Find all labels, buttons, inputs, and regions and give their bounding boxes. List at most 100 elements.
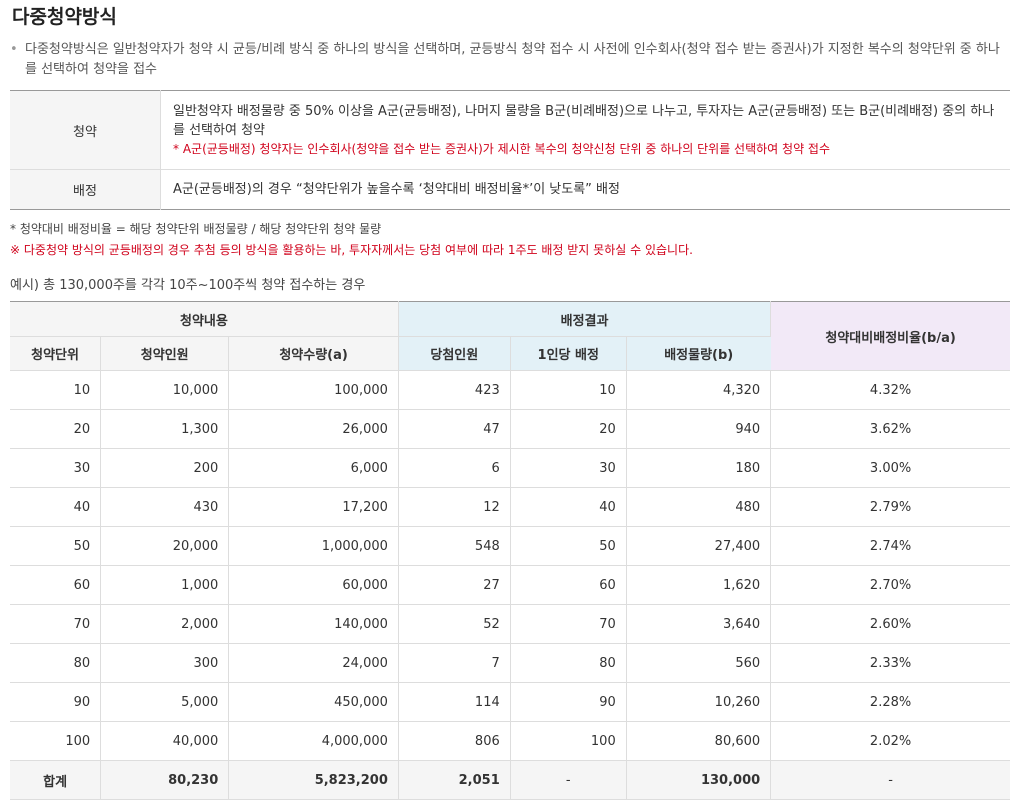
cell-quantity: 24,000 bbox=[228, 643, 399, 683]
table-row: 10 10,000 100,000 423 10 4,320 4.32% bbox=[10, 370, 1010, 410]
table-row: 80 300 24,000 7 80 560 2.33% bbox=[10, 643, 1010, 683]
total-cell-allocated: 130,000 bbox=[626, 760, 772, 800]
cell-applicants: 5,000 bbox=[100, 682, 230, 722]
cell-quantity: 4,000,000 bbox=[228, 721, 399, 761]
cell-unit: 30 bbox=[10, 448, 102, 488]
table-row: 50 20,000 1,000,000 548 50 27,400 2.74% bbox=[10, 526, 1010, 566]
cell-allocated: 480 bbox=[626, 487, 772, 527]
cell-applicants: 1,000 bbox=[100, 565, 230, 605]
cell-winners: 12 bbox=[398, 487, 511, 527]
column-header-per-person: 1인당 배정 bbox=[510, 336, 627, 371]
cell-ratio: 2.70% bbox=[770, 565, 1010, 605]
cell-unit: 20 bbox=[10, 409, 102, 449]
info-cell-subscription: 일반청약자 배정물량 중 50% 이상을 A군(균등배정), 나머지 물량을 B… bbox=[160, 90, 1010, 170]
table-row: 20 1,300 26,000 47 20 940 3.62% bbox=[10, 409, 1010, 449]
cell-per-person: 40 bbox=[510, 487, 627, 527]
cell-allocated: 10,260 bbox=[626, 682, 772, 722]
cell-winners: 548 bbox=[398, 526, 511, 566]
bullet-dot-icon: • bbox=[10, 42, 18, 57]
cell-allocated: 940 bbox=[626, 409, 772, 449]
cell-applicants: 20,000 bbox=[100, 526, 230, 566]
cell-ratio: 2.02% bbox=[770, 721, 1010, 761]
cell-allocated: 1,620 bbox=[626, 565, 772, 605]
total-label: 합계 bbox=[10, 760, 102, 800]
column-header-applicants: 청약인원 bbox=[100, 336, 230, 371]
table-total-row: 합계 80,230 5,823,200 2,051-130,000- bbox=[10, 760, 1010, 800]
cell-quantity: 60,000 bbox=[228, 565, 399, 605]
info-label-subscription: 청약 bbox=[10, 90, 161, 170]
cell-applicants: 200 bbox=[100, 448, 230, 488]
group-header-subscription: 청약내용 bbox=[10, 301, 399, 337]
info-row-allocation: 배정 A군(균등배정)의 경우 “청약단위가 높을수록 ‘청약대비 배정비율*’… bbox=[10, 169, 1010, 210]
info-row-subscription: 청약 일반청약자 배정물량 중 50% 이상을 A군(균등배정), 나머지 물량… bbox=[10, 90, 1010, 170]
table-row: 70 2,000 140,000 52 70 3,640 2.60% bbox=[10, 604, 1010, 644]
column-header-ratio: 청약대비배정비율(b/a) bbox=[770, 301, 1010, 371]
cell-winners: 27 bbox=[398, 565, 511, 605]
info-allocation-text: A군(균등배정)의 경우 “청약단위가 높을수록 ‘청약대비 배정비율*’이 낮… bbox=[173, 182, 620, 197]
cell-winners: 7 bbox=[398, 643, 511, 683]
cell-unit: 10 bbox=[10, 370, 102, 410]
cell-applicants: 430 bbox=[100, 487, 230, 527]
allocation-table: 청약내용 배정결과 청약대비배정비율(b/a) 청약단위 청약인원 청약수량(a… bbox=[10, 301, 1010, 800]
cell-allocated: 560 bbox=[626, 643, 772, 683]
cell-applicants: 10,000 bbox=[100, 370, 230, 410]
cell-unit: 40 bbox=[10, 487, 102, 527]
page-title: 다중청약방식 bbox=[12, 6, 117, 28]
cell-unit: 70 bbox=[10, 604, 102, 644]
page: 다중청약방식 • 다중청약방식은 일반청약자가 청약 시 균등/비례 방식 중 … bbox=[0, 0, 1022, 803]
cell-ratio: 2.28% bbox=[770, 682, 1010, 722]
cell-per-person: 100 bbox=[510, 721, 627, 761]
column-header-quantity: 청약수량(a) bbox=[228, 336, 399, 371]
total-cell-applicants: 80,230 bbox=[100, 760, 230, 800]
cell-per-person: 80 bbox=[510, 643, 627, 683]
cell-quantity: 26,000 bbox=[228, 409, 399, 449]
total-cell-quantity: 5,823,200 bbox=[228, 760, 399, 800]
cell-winners: 47 bbox=[398, 409, 511, 449]
cell-quantity: 1,000,000 bbox=[228, 526, 399, 566]
info-subscription-note: * A군(균등배정) 청약자는 인수회사(청약을 접수 받는 증권사)가 제시한… bbox=[173, 141, 831, 156]
intro-text: 다중청약방식은 일반청약자가 청약 시 균등/비례 방식 중 하나의 방식을 선… bbox=[25, 42, 1000, 77]
example-caption: 예시) 총 130,000주를 각각 10주~100주씩 청약 접수하는 경우 bbox=[10, 278, 366, 293]
cell-applicants: 1,300 bbox=[100, 409, 230, 449]
cell-unit: 100 bbox=[10, 721, 102, 761]
cell-quantity: 6,000 bbox=[228, 448, 399, 488]
cell-winners: 6 bbox=[398, 448, 511, 488]
cell-ratio: 3.62% bbox=[770, 409, 1010, 449]
warning-note: ※ 다중청약 방식의 균등배정의 경우 추첨 등의 방식을 활용하는 바, 투자… bbox=[10, 243, 693, 257]
cell-applicants: 2,000 bbox=[100, 604, 230, 644]
cell-allocated: 3,640 bbox=[626, 604, 772, 644]
cell-ratio: 2.33% bbox=[770, 643, 1010, 683]
cell-unit: 60 bbox=[10, 565, 102, 605]
cell-unit: 80 bbox=[10, 643, 102, 683]
column-header-winners: 당첨인원 bbox=[398, 336, 511, 371]
cell-per-person: 20 bbox=[510, 409, 627, 449]
info-label-allocation: 배정 bbox=[10, 169, 161, 210]
cell-ratio: 2.60% bbox=[770, 604, 1010, 644]
cell-ratio: 2.74% bbox=[770, 526, 1010, 566]
cell-quantity: 450,000 bbox=[228, 682, 399, 722]
table-row: 60 1,000 60,000 27 60 1,620 2.70% bbox=[10, 565, 1010, 605]
cell-winners: 806 bbox=[398, 721, 511, 761]
column-header-allocated: 배정물량(b) bbox=[626, 336, 771, 371]
cell-applicants: 40,000 bbox=[100, 721, 230, 761]
cell-winners: 114 bbox=[398, 682, 511, 722]
cell-per-person: 10 bbox=[510, 370, 627, 410]
cell-allocated: 27,400 bbox=[626, 526, 772, 566]
info-table: 청약 일반청약자 배정물량 중 50% 이상을 A군(균등배정), 나머지 물량… bbox=[10, 90, 1010, 210]
cell-ratio: 2.79% bbox=[770, 487, 1010, 527]
cell-ratio: 4.32% bbox=[770, 370, 1010, 410]
cell-per-person: 70 bbox=[510, 604, 627, 644]
cell-allocated: 4,320 bbox=[626, 370, 772, 410]
table-row: 40 430 17,200 12 40 480 2.79% bbox=[10, 487, 1010, 527]
table-row: 90 5,000 450,000 114 90 10,260 2.28% bbox=[10, 682, 1010, 722]
table-row: 30 200 6,000 6 30 180 3.00% bbox=[10, 448, 1010, 488]
total-cell-winners: 2,051 bbox=[398, 760, 511, 800]
cell-ratio: 3.00% bbox=[770, 448, 1010, 488]
cell-allocated: 180 bbox=[626, 448, 772, 488]
cell-quantity: 17,200 bbox=[228, 487, 399, 527]
cell-per-person: 90 bbox=[510, 682, 627, 722]
cell-per-person: 30 bbox=[510, 448, 627, 488]
cell-quantity: 140,000 bbox=[228, 604, 399, 644]
ratio-footnote: * 청약대비 배정비율 = 해당 청약단위 배정물량 / 해당 청약단위 청약 … bbox=[10, 222, 382, 236]
cell-unit: 90 bbox=[10, 682, 102, 722]
